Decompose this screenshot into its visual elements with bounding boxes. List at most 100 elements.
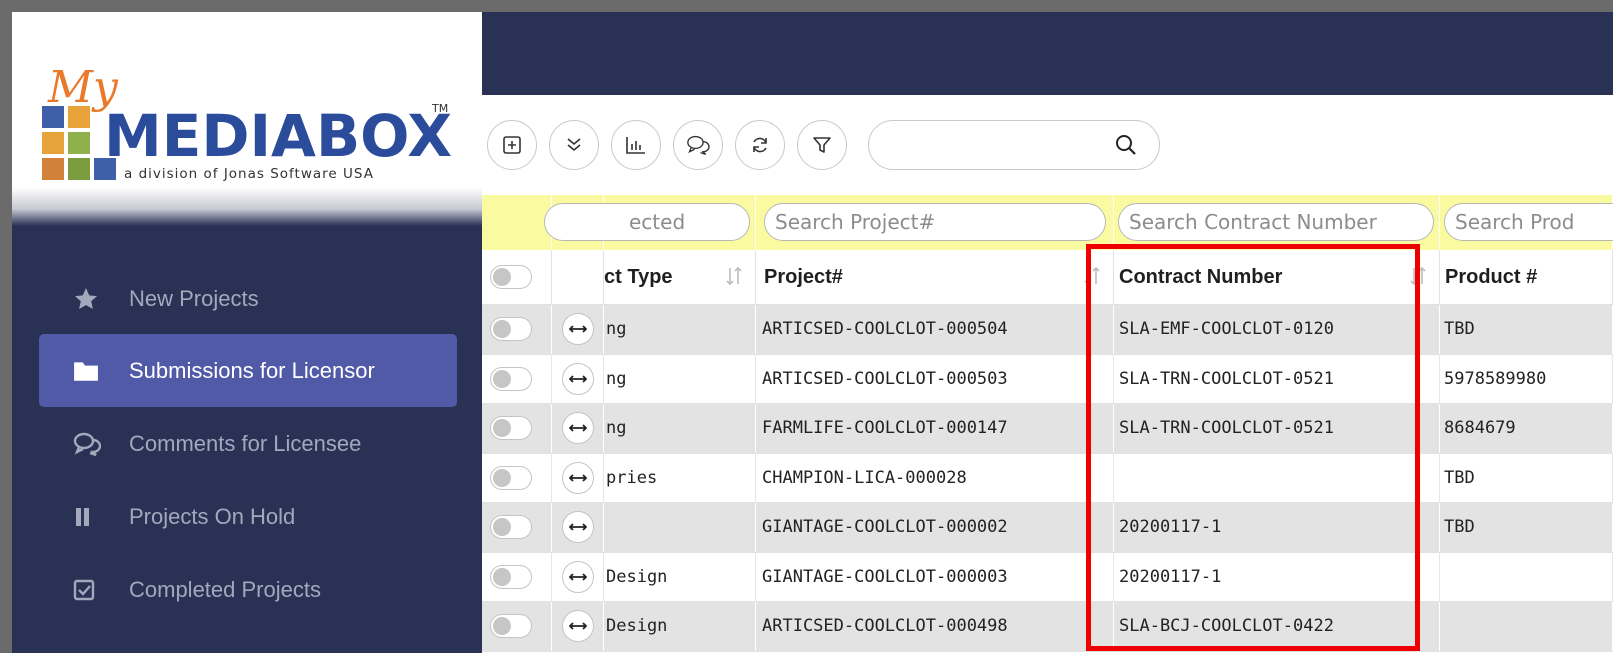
comments-button[interactable] [673,120,723,170]
cell-type: ng [604,305,756,354]
cell-product [1440,552,1613,601]
header-row: ct Type Project# Contract Number Product… [482,250,1613,305]
table-row[interactable]: ng ARTICSED-COOLCLOT-000503 SLA-TRN-COOLCL… [482,354,1613,404]
sidebar-item-new-projects[interactable]: New Projects [39,262,457,335]
sidebar-item-label: Comments for Licensee [129,430,362,456]
cell-project: CHAMPION-LICA-000028 [756,453,1114,502]
row-select-toggle[interactable] [490,416,532,440]
checkbox-icon [73,579,113,601]
select-cell [482,305,552,354]
column-header-contract-number[interactable]: Contract Number [1114,250,1440,305]
expand-arrows-icon [569,325,587,333]
add-icon [503,136,521,154]
select-all-toggle[interactable] [490,265,532,289]
row-select-toggle[interactable] [490,515,532,539]
folder-icon [73,360,113,382]
expand-arrows-icon [569,424,587,432]
svg-text:MEDIABOX: MEDIABOX [104,102,452,170]
select-cell [482,552,552,601]
expand-row-button[interactable] [562,412,594,444]
toolbar [482,95,1613,195]
expand-row-button[interactable] [562,511,594,543]
cell-product: TBD [1440,305,1613,354]
cell-project: FARMLIFE-COOLCLOT-000147 [756,404,1114,453]
sidebar-item-comments-for-licensee[interactable]: Comments for Licensee [39,407,457,480]
cell-project: GIANTAGE-COOLCLOT-000002 [756,503,1114,552]
filter-product-input[interactable]: Search Prod [1444,203,1613,241]
expand-row-button[interactable] [562,362,594,395]
cell-product: 5978589980 [1440,354,1613,403]
expand-row-button[interactable] [562,313,594,345]
refresh-button[interactable] [735,120,785,170]
svg-text:a division of Jonas Software U: a division of Jonas Software USA [124,166,374,182]
sidebar-item-completed-projects[interactable]: Completed Projects [39,553,457,626]
filter-project-input[interactable]: Search Project# [764,203,1106,241]
filter-cell-type: ected [544,195,756,250]
cell-product: TBD [1440,453,1613,502]
table-row[interactable]: Design GIANTAGE-COOLCLOT-000003 20200117-1 [482,552,1613,602]
cell-type: ng [604,354,756,403]
expand-arrows-icon [569,374,587,383]
column-header-product[interactable]: Product # [1440,250,1613,305]
expand-all-button[interactable] [549,120,599,170]
row-select-toggle[interactable] [490,564,532,589]
filter-cell-product: Search Prod [1440,195,1613,250]
expand-cell [552,305,604,354]
sidebar-item-label: Projects On Hold [129,503,296,529]
expand-all-icon [567,138,581,152]
search-input[interactable] [887,131,1111,161]
sort-icon[interactable] [1083,266,1101,286]
cell-type [604,503,756,552]
cell-type: Design [604,602,756,651]
expand-arrows-icon [569,523,587,531]
column-header-label: Product # [1445,266,1538,288]
refresh-icon [753,137,767,153]
expand-row-button[interactable] [562,560,594,593]
table-row[interactable]: pries CHAMPION-LICA-000028 TBD [482,453,1613,503]
sidebar-item-label: Completed Projects [129,576,321,602]
filter-type-input[interactable]: ected [544,203,750,241]
add-button[interactable] [487,120,537,170]
filter-button[interactable] [797,120,847,170]
sidebar-item-submissions-for-licensor[interactable]: Submissions for Licensor [39,334,457,407]
row-select-toggle[interactable] [490,366,532,391]
sidebar: My MEDIABOX TM a division of Jonas Softw… [12,12,482,653]
comments-icon [73,431,113,457]
filter-cell-contract: Search Contract Number [1114,195,1440,250]
projects-grid: ected Search Project# Search Contract Nu… [482,195,1613,653]
cell-contract-number: SLA-BCJ-COOLCLOT-0422 [1114,602,1440,651]
expand-cell [552,552,604,601]
sidebar-item-label: New Projects [129,285,259,311]
sidebar-item-projects-on-hold[interactable]: Projects On Hold [39,480,457,553]
sort-icon[interactable] [1409,266,1427,286]
row-select-toggle[interactable] [490,465,532,490]
select-cell [482,453,552,502]
column-header-project[interactable]: Project# [756,250,1114,305]
chart-button[interactable] [611,120,661,170]
column-header-label: Project# [764,266,843,288]
cell-product [1440,602,1613,651]
column-header-type[interactable]: ct Type [604,250,756,305]
select-cell [482,602,552,651]
cell-project: ARTICSED-COOLCLOT-000504 [756,305,1114,354]
expand-cell [552,453,604,502]
table-row[interactable]: ng FARMLIFE-COOLCLOT-000147 SLA-TRN-COOLCL… [482,404,1613,454]
table-row[interactable]: ng ARTICSED-COOLCLOT-000504 SLA-EMF-COOLCL… [482,305,1613,355]
cell-type: Design [604,552,756,601]
table-row[interactable]: GIANTAGE-COOLCLOT-000002 20200117-1 TBD [482,503,1613,553]
row-select-toggle[interactable] [490,614,532,638]
sort-icon[interactable] [725,266,743,286]
expand-row-button[interactable] [562,461,594,494]
search-icon[interactable] [1115,134,1137,156]
cell-type: pries [604,453,756,502]
row-select-toggle[interactable] [490,317,532,341]
expand-arrows-icon [569,572,587,581]
expand-row-button[interactable] [562,610,594,642]
cell-product: 8684679 [1440,404,1613,453]
filter-contract-input[interactable]: Search Contract Number [1118,203,1434,241]
search-box[interactable] [868,120,1160,170]
cell-contract-number: 20200117-1 [1114,552,1440,601]
pause-icon [73,506,113,528]
logo-area: My MEDIABOX TM a division of Jonas Softw… [12,12,482,226]
table-row[interactable]: Design ARTICSED-COOLCLOT-000498 SLA-BCJ-CO… [482,602,1613,652]
